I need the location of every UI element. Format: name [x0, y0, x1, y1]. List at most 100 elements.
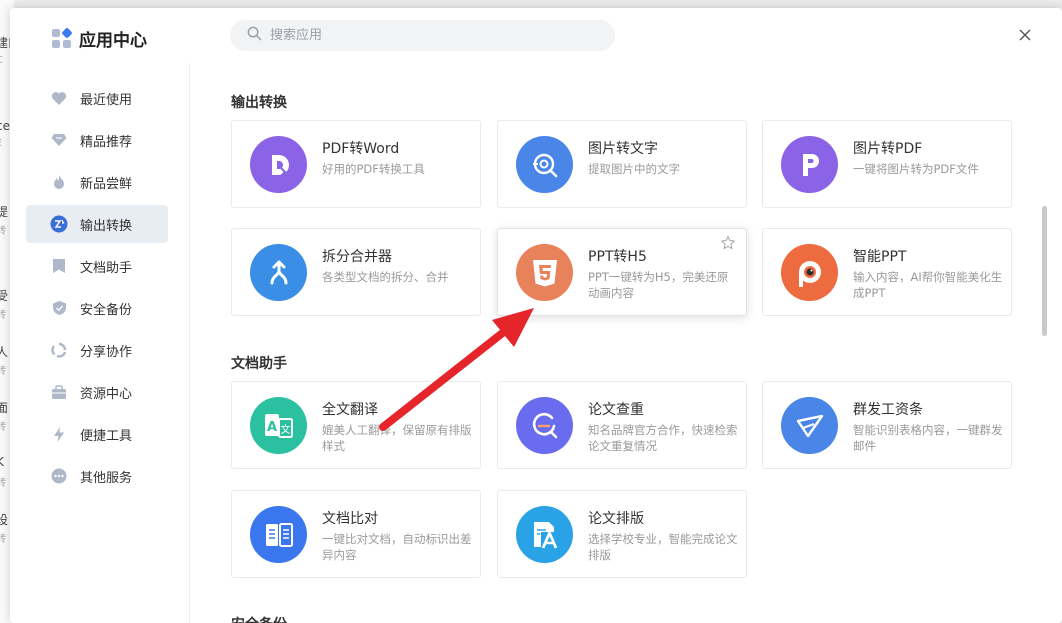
search-input[interactable] [270, 28, 590, 43]
section-title: 安全备份 [231, 614, 287, 623]
sidebar-item-security-backup[interactable]: 安全备份 [26, 289, 168, 327]
app-card-title: 拆分合并器 [322, 249, 392, 265]
app-card-title: PDF转Word [322, 141, 400, 157]
app-card-image-to-text[interactable]: 图片转文字 提取图片中的文字 [497, 120, 747, 208]
sidebar-item-new[interactable]: 新品尝鲜 [26, 163, 168, 201]
close-button[interactable] [1018, 28, 1032, 42]
app-card-doc-compare[interactable]: 文档比对 一键比对文档，自动标识出差异内容 [231, 490, 481, 578]
page-title: 应用中心 [79, 31, 147, 51]
shield-icon [50, 299, 68, 317]
diamond-icon [50, 131, 68, 149]
search-icon [247, 26, 262, 46]
image-to-text-icon [516, 136, 573, 193]
convert-icon [50, 215, 68, 233]
lightning-icon [50, 425, 68, 443]
sidebar-item-label: 最近使用 [80, 92, 133, 108]
paper-format-icon [516, 506, 573, 563]
app-card-desc: 一键将图片转为PDF文件 [853, 162, 979, 176]
app-card-image-to-pdf[interactable]: 图片转PDF 一键将图片转为PDF文件 [762, 120, 1012, 208]
background-text: ce [0, 119, 10, 133]
search-box[interactable] [230, 20, 615, 51]
smart-ppt-icon [781, 244, 838, 301]
app-card-desc: 智能识别表格内容，一键群发邮件 [853, 423, 1003, 453]
sidebar-item-label: 其他服务 [80, 470, 133, 486]
favorite-star-button[interactable] [720, 235, 736, 251]
sidebar-item-doc-assistant[interactable]: 文档助手 [26, 247, 168, 285]
app-center-dialog: 应用中心 最近使用 精品推荐 新品尝鲜 输出转换 文档助手 [10, 8, 1062, 623]
sidebar-item-label: 资源中心 [80, 386, 133, 402]
app-card-payslip-send[interactable]: 群发工资条 智能识别表格内容，一键群发邮件 [762, 381, 1012, 469]
sidebar-item-other-services[interactable]: 其他服务 [26, 457, 168, 495]
app-card-desc: 好用的PDF转换工具 [322, 162, 425, 176]
star-icon [721, 235, 735, 250]
translate-icon: A文 [250, 397, 307, 454]
app-card-pdf-to-word[interactable]: PDF转Word 好用的PDF转换工具 [231, 120, 481, 208]
background-text: K [0, 455, 4, 469]
app-center-brand: 应用中心 [52, 26, 147, 51]
heart-icon [50, 89, 68, 107]
app-card-title: 图片转文字 [588, 141, 658, 157]
svg-text:A: A [267, 420, 277, 435]
app-card-paper-check[interactable]: 论文查重 知名品牌官方合作，快速检索论文重复情况 [497, 381, 747, 469]
sidebar-item-label: 便捷工具 [80, 428, 133, 444]
sidebar-item-label: 文档助手 [80, 260, 133, 276]
split-merge-icon [250, 244, 307, 301]
app-card-ppt-to-h5[interactable]: PPT转H5 PPT一键转为H5，完美还原动画内容 [497, 228, 747, 316]
app-card-paper-format[interactable]: 论文排版 选择学校专业，智能完成论文排版 [497, 490, 747, 578]
app-card-desc: 一键比对文档，自动标识出差异内容 [322, 532, 472, 562]
app-card-title: 论文排版 [588, 511, 644, 527]
scrollbar-thumb[interactable] [1042, 206, 1047, 336]
sidebar-item-label: 分享协作 [80, 344, 133, 360]
payslip-send-icon [781, 397, 838, 454]
sidebar-item-resources[interactable]: 资源中心 [26, 373, 168, 411]
app-card-smart-ppt[interactable]: 智能PPT 输入内容，AI帮你智能美化生成PPT [762, 228, 1012, 316]
background-text: 转 [0, 534, 6, 545]
paper-check-icon [516, 397, 573, 454]
sidebar: 最近使用 精品推荐 新品尝鲜 输出转换 文档助手 安全备份 分享协作 资源中心 [10, 63, 190, 623]
section-title: 输出转换 [231, 95, 287, 111]
app-card-title: 论文查重 [588, 402, 644, 418]
share-cycle-icon [50, 341, 68, 359]
background-text: 转 [0, 422, 6, 433]
app-card-title: 文档比对 [322, 511, 378, 527]
background-text: 面 [0, 401, 9, 415]
background-text: E [0, 138, 2, 149]
background-text: 转 [0, 366, 6, 377]
sidebar-item-label: 输出转换 [80, 218, 133, 234]
app-card-desc: PPT一键转为H5，完美还原动画内容 [588, 270, 729, 300]
app-card-desc: 选择学校专业，智能完成论文排版 [588, 532, 738, 562]
sidebar-item-output-convert[interactable]: 输出转换 [26, 205, 168, 243]
app-card-desc: 知名品牌官方合作，快速检索论文重复情况 [588, 423, 738, 453]
sidebar-item-quick-tools[interactable]: 便捷工具 [26, 415, 168, 453]
background-text: 转 [0, 310, 6, 321]
background-text: C [0, 55, 3, 66]
sidebar-item-label: 精品推荐 [80, 134, 133, 150]
background-text: 设 [0, 513, 9, 527]
sidebar-item-recent[interactable]: 最近使用 [26, 79, 168, 117]
app-card-desc: 媲美人工翻译，保留原有排版样式 [322, 423, 472, 453]
app-list: 输出转换 PDF转Word 好用的PDF转换工具 图片转文字 提取图片中的文字 … [191, 63, 1062, 623]
sidebar-item-featured[interactable]: 精品推荐 [26, 121, 168, 159]
app-card-desc: 提取图片中的文字 [588, 162, 680, 176]
app-card-title: PPT转H5 [588, 249, 647, 265]
svg-text:文: 文 [280, 423, 290, 436]
app-card-desc: 各类型文档的拆分、合并 [322, 270, 449, 284]
doc-compare-icon [250, 506, 307, 563]
background-text: 提 [0, 205, 9, 219]
app-card-title: 图片转PDF [853, 141, 923, 157]
close-icon [1019, 29, 1031, 41]
app-card-full-translate[interactable]: A文 全文翻译 媲美人工翻译，保留原有排版样式 [231, 381, 481, 469]
sidebar-item-share-collab[interactable]: 分享协作 [26, 331, 168, 369]
app-card-title: 全文翻译 [322, 402, 378, 418]
app-grid-icon [52, 26, 73, 49]
briefcase-icon [50, 383, 68, 401]
flame-icon [50, 173, 68, 191]
image-to-pdf-icon [781, 136, 838, 193]
section-title: 文档助手 [231, 356, 287, 372]
background-text: 受 [0, 289, 9, 303]
more-icon [50, 467, 68, 485]
app-card-split-merge[interactable]: 拆分合并器 各类型文档的拆分、合并 [231, 228, 481, 316]
app-card-desc: 输入内容，AI帮你智能美化生成PPT [853, 270, 1003, 300]
background-text: 人 [0, 345, 9, 359]
pdf-to-word-icon [250, 136, 307, 193]
